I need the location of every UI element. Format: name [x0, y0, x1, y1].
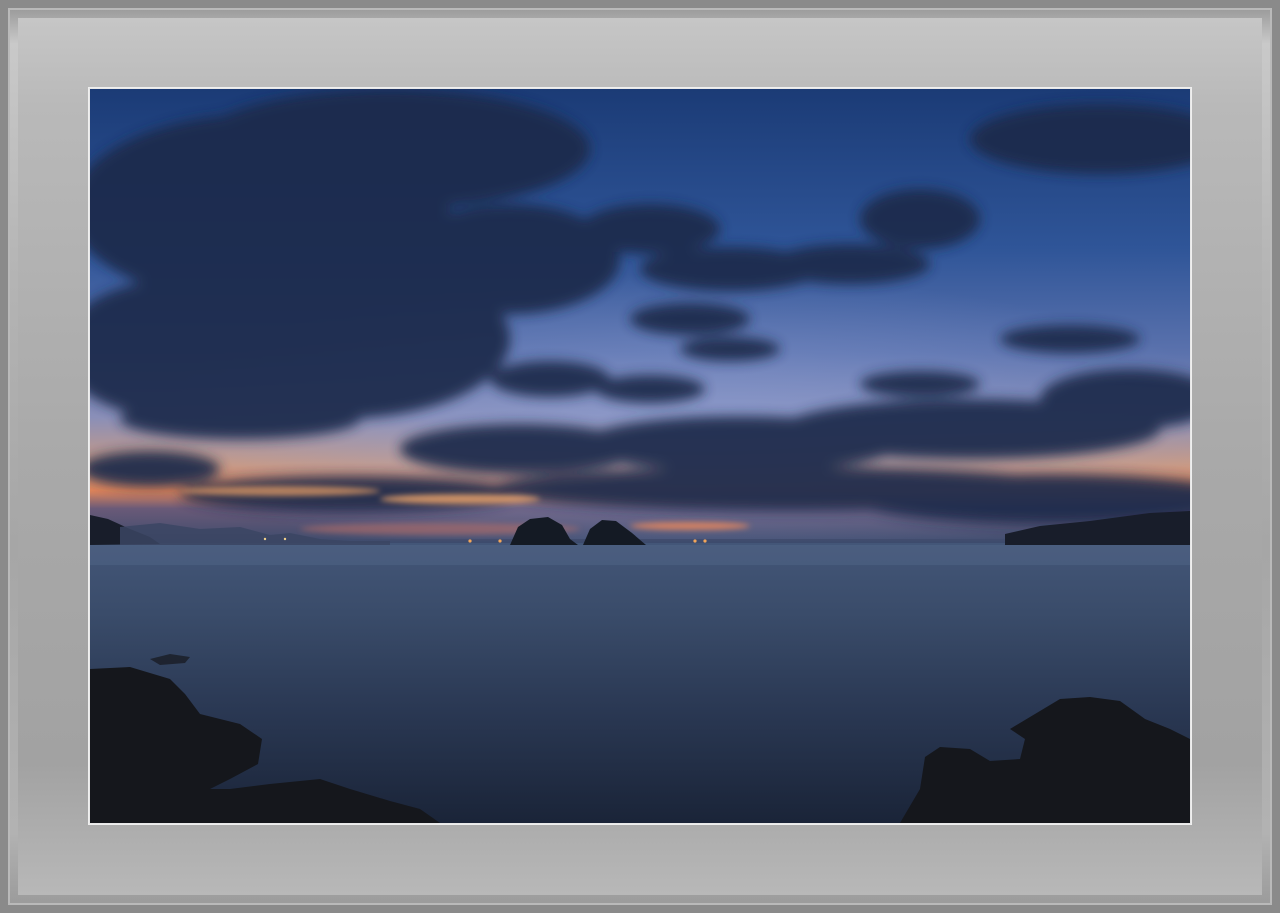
seascape-photo [90, 89, 1190, 823]
